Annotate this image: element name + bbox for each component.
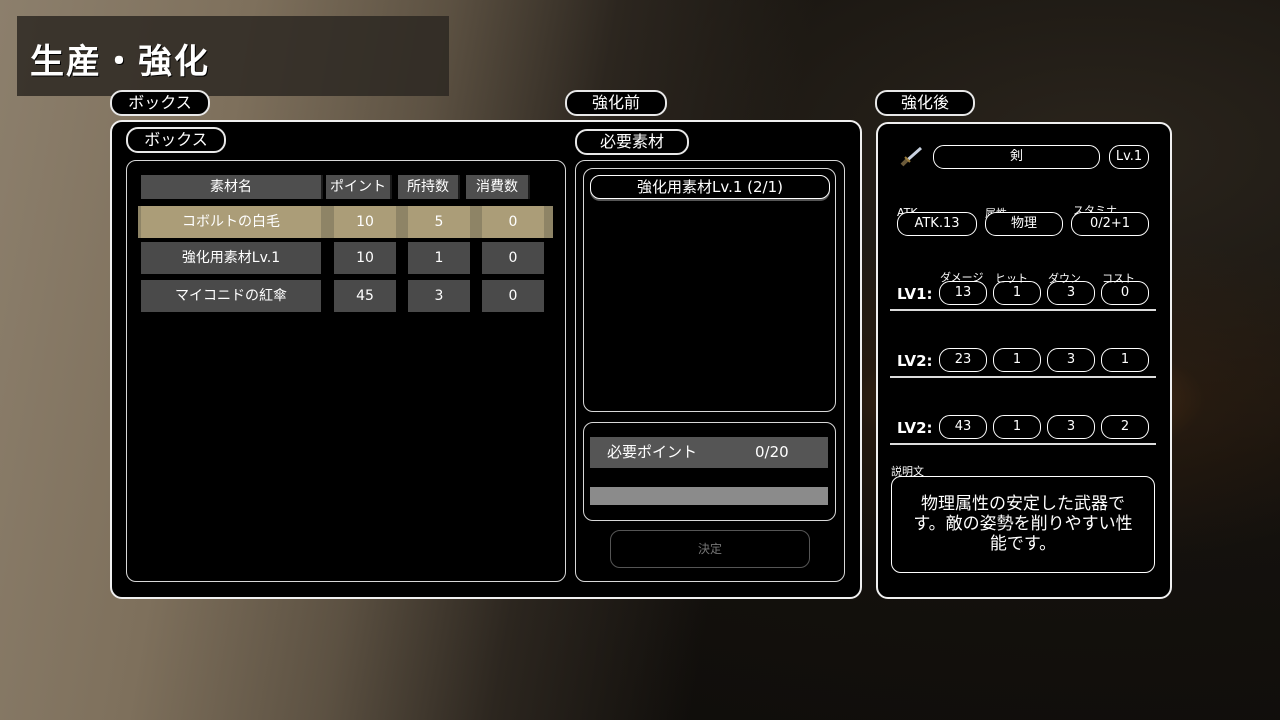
level-row-1-damage: 23 (939, 348, 987, 372)
level-row-2-hit: 1 (993, 415, 1041, 439)
weapon-name: 剣 (933, 145, 1100, 169)
divider (890, 376, 1156, 378)
tab-after[interactable]: 強化後 (875, 90, 975, 116)
divider (890, 309, 1156, 311)
column-header-owned: 所持数 (398, 175, 460, 199)
required-item[interactable]: 強化用素材Lv.1 (2/1) (590, 175, 830, 199)
level-row-0-damage: 13 (939, 281, 987, 305)
table-row-2-name[interactable]: マイコニドの紅傘 (141, 280, 321, 312)
divider (890, 443, 1156, 445)
table-row-0-consumed[interactable]: 0 (482, 206, 544, 238)
table-row-2-consumed[interactable]: 0 (482, 280, 544, 312)
box-panel-label: ボックス (126, 127, 226, 153)
level-row-1-hit: 1 (993, 348, 1041, 372)
column-header-name: 素材名 (141, 175, 323, 199)
column-header-points: ポイント (326, 175, 392, 199)
table-row-2-points: 45 (334, 280, 396, 312)
tab-before[interactable]: 強化前 (565, 90, 667, 116)
required-list (583, 168, 836, 412)
level-row-1-down: 3 (1047, 348, 1095, 372)
description-text: 物理属性の安定した武器です。敵の姿勢を削りやすい性能です。 (913, 494, 1133, 554)
required-points-value: 0/20 (755, 443, 789, 461)
level-row-2-damage: 43 (939, 415, 987, 439)
required-points-bar: 必要ポイント 0/20 (590, 437, 828, 468)
table-row-0-owned: 5 (408, 206, 470, 238)
level-row-1-cost: 1 (1101, 348, 1149, 372)
attr-value: 物理 (985, 212, 1063, 236)
level-row-0-down: 3 (1047, 281, 1095, 305)
level-row-2-label: LV2: (897, 419, 933, 437)
atk-value: ATK.13 (897, 212, 977, 236)
tab-box[interactable]: ボックス (110, 90, 210, 116)
stamina-value: 0/2+1 (1071, 212, 1149, 236)
required-points-label: 必要ポイント (607, 443, 698, 461)
table-row-1-name[interactable]: 強化用素材Lv.1 (141, 242, 321, 274)
level-row-0-label: LV1: (897, 285, 933, 303)
sword-icon (900, 146, 922, 167)
column-header-consumed: 消費数 (466, 175, 530, 199)
confirm-button[interactable]: 決定 (610, 530, 810, 568)
level-row-2-cost: 2 (1101, 415, 1149, 439)
table-row-0-name[interactable]: コボルトの白毛 (141, 206, 321, 238)
level-row-0-hit: 1 (993, 281, 1041, 305)
table-row-0-points: 10 (334, 206, 396, 238)
level-row-0-cost: 0 (1101, 281, 1149, 305)
level-row-1-label: LV2: (897, 352, 933, 370)
weapon-level: Lv.1 (1109, 145, 1149, 169)
required-materials-label: 必要素材 (575, 129, 689, 155)
page-title: 生産・強化 (30, 42, 210, 82)
table-row-1-owned: 1 (408, 242, 470, 274)
points-gauge (590, 487, 828, 505)
level-row-2-down: 3 (1047, 415, 1095, 439)
table-row-2-owned: 3 (408, 280, 470, 312)
table-row-1-consumed[interactable]: 0 (482, 242, 544, 274)
table-row-1-points: 10 (334, 242, 396, 274)
description-box: 物理属性の安定した武器です。敵の姿勢を削りやすい性能です。 (891, 476, 1155, 573)
